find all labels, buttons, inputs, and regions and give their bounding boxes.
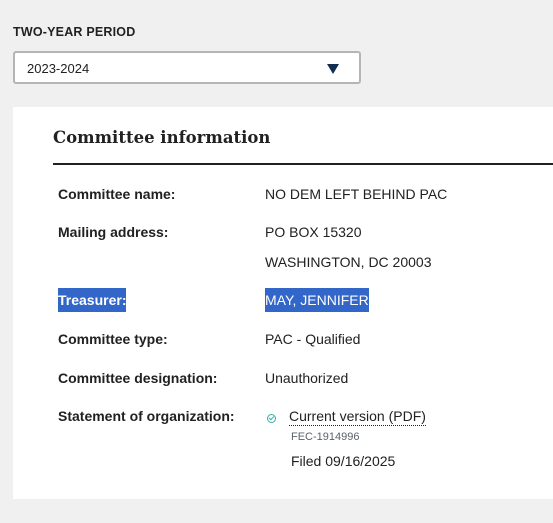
committee-type-value: PAC - Qualified [265,331,361,347]
section-divider [53,163,553,165]
section-title: Committee information [53,128,271,147]
mailing-address-label: Mailing address: [58,224,169,240]
mailing-address-line2: WASHINGTON, DC 20003 [265,254,432,270]
statement-of-organization-label: Statement of organization: [58,408,235,424]
statement-filing-id: FEC-1914996 [291,431,360,443]
committee-designation-label: Committee designation: [58,370,218,386]
statement-pdf-link[interactable]: Current version (PDF) [289,408,426,426]
committee-type-label: Committee type: [58,331,168,347]
check-circle-icon [267,414,276,423]
mailing-address-line1: PO BOX 15320 [265,224,362,240]
treasurer-label: Treasurer: [58,288,127,312]
treasurer-value-text: MAY, JENNIFER [265,288,369,312]
two-year-period-select[interactable]: 2023-2024 [13,51,361,84]
treasurer-label-text: Treasurer: [58,288,127,312]
two-year-period-selected-value: 2023-2024 [27,61,90,76]
treasurer-value: MAY, JENNIFER [265,288,369,312]
committee-name-value: NO DEM LEFT BEHIND PAC [265,186,448,202]
committee-name-label: Committee name: [58,186,176,202]
committee-designation-value: Unauthorized [265,370,349,386]
committee-info-panel: Committee information Committee name: NO… [13,107,553,499]
two-year-period-label: TWO-YEAR PERIOD [13,25,136,39]
caret-down-icon [327,64,339,74]
statement-filed-date: Filed 09/16/2025 [291,453,396,469]
